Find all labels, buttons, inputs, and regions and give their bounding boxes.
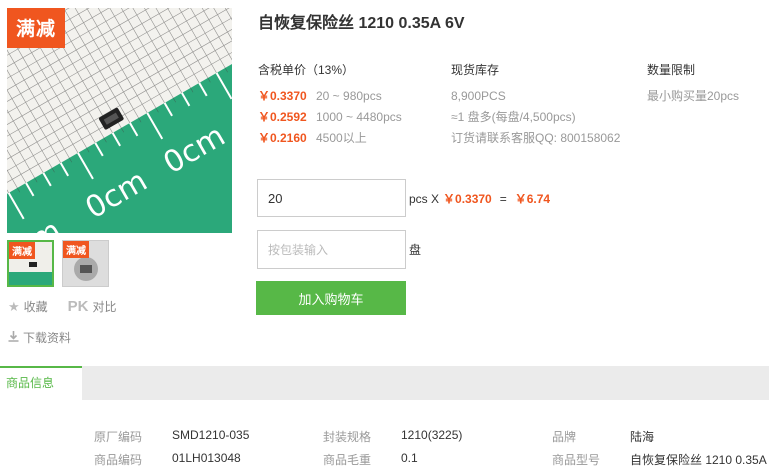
add-to-cart-button[interactable]: 加入购物车 [256,281,406,315]
spec-value: 自恢复保险丝 1210 0.35A 6V [630,453,769,467]
thumbnail-1[interactable]: 满减 [7,240,54,287]
spec-value: 1210(3225) [401,428,463,442]
pk-icon: PK [67,298,89,315]
price-header: 含税单价（13%） [258,63,355,77]
star-icon: ★ [8,298,20,314]
compare-label: 对比 [92,300,117,314]
tier-price: ￥0.2592 [258,110,307,124]
spec-key: 商品毛重 [323,453,372,467]
stock-column: 现货库存 8,900PCS ≈1 盘多(每盘/4,500pcs) 订货请联系客服… [451,61,651,149]
qty-unit: pcs X [409,192,440,206]
stock-line: 订货请联系客服QQ: 800158062 [451,131,621,145]
tier-range: 4500以上 [316,131,367,145]
stock-line: ≈1 盘多(每盘/4,500pcs) [451,110,576,124]
price-tier: ￥0.2592 1000 ~ 4480pcs [258,107,448,128]
spec-value: 陆海 [630,430,655,444]
price-tier: ￥0.3370 20 ~ 980pcs [258,86,448,107]
favorite-button[interactable]: ★ 收藏 [8,298,48,315]
price-calculation: pcs X ￥0.3370 = ￥6.74 [409,190,550,207]
promo-badge: 满减 [7,8,66,48]
limit-header: 数量限制 [647,63,696,77]
detail-tabs: 商品信息 [0,366,769,400]
spec-row: 商品编码 01LH013048 商品毛重 0.1 商品型号 自恢复保险丝 121… [0,451,769,471]
stock-header: 现货库存 [451,63,500,77]
limit-column: 数量限制 最小购买量20pcs [647,61,767,107]
price-column: 含税单价（13%） ￥0.3370 20 ~ 980pcs ￥0.2592 1000… [258,61,448,149]
tier-range: 20 ~ 980pcs [316,89,382,103]
package-quantity-input[interactable] [257,230,406,269]
spec-value: 01LH013048 [172,451,241,465]
equals-sign: = [499,192,507,206]
spec-key: 品牌 [552,430,577,444]
tab-product-info[interactable]: 商品信息 [0,366,82,400]
thumbnail-promo-badge: 满减 [9,242,35,259]
package-unit: 盘 [409,243,422,257]
spec-key: 商品型号 [552,453,601,467]
download-label: 下载资料 [23,331,72,345]
thumbnail-strip: 满减 满减 [7,240,109,287]
spec-key: 原厂编码 [94,430,143,444]
download-icon [8,330,19,345]
price-tier: ￥0.2160 4500以上 [258,128,448,149]
product-main-image[interactable]: cm 0cm 0cm 满减 [7,8,232,233]
tier-price: ￥0.2160 [258,131,307,145]
spec-row: 原厂编码 SMD1210-035 封装规格 1210(3225) 品牌 陆海 [0,428,769,452]
download-datasheet-button[interactable]: 下载资料 [8,329,117,346]
tier-range: 1000 ~ 4480pcs [316,110,402,124]
quantity-input[interactable] [257,179,406,217]
compare-button[interactable]: PK 对比 [68,298,117,315]
total-price: ￥6.74 [514,192,551,206]
spec-key: 商品编码 [94,453,143,467]
tier-price: ￥0.3370 [258,89,307,103]
spec-key: 封装规格 [323,430,372,444]
limit-text: 最小购买量20pcs [647,89,740,103]
thumbnail-promo-badge: 满减 [63,241,89,258]
unit-price: ￥0.3370 [443,192,492,206]
product-actions: ★ 收藏 PK 对比 下载资料 [8,298,117,346]
stock-line: 8,900PCS [451,89,506,103]
favorite-label: 收藏 [23,300,48,314]
product-title: 自恢复保险丝 1210 0.35A 6V [258,15,465,32]
spec-value: SMD1210-035 [172,428,250,442]
thumbnail-2[interactable]: 满减 [62,240,109,287]
spec-value: 0.1 [401,451,418,465]
